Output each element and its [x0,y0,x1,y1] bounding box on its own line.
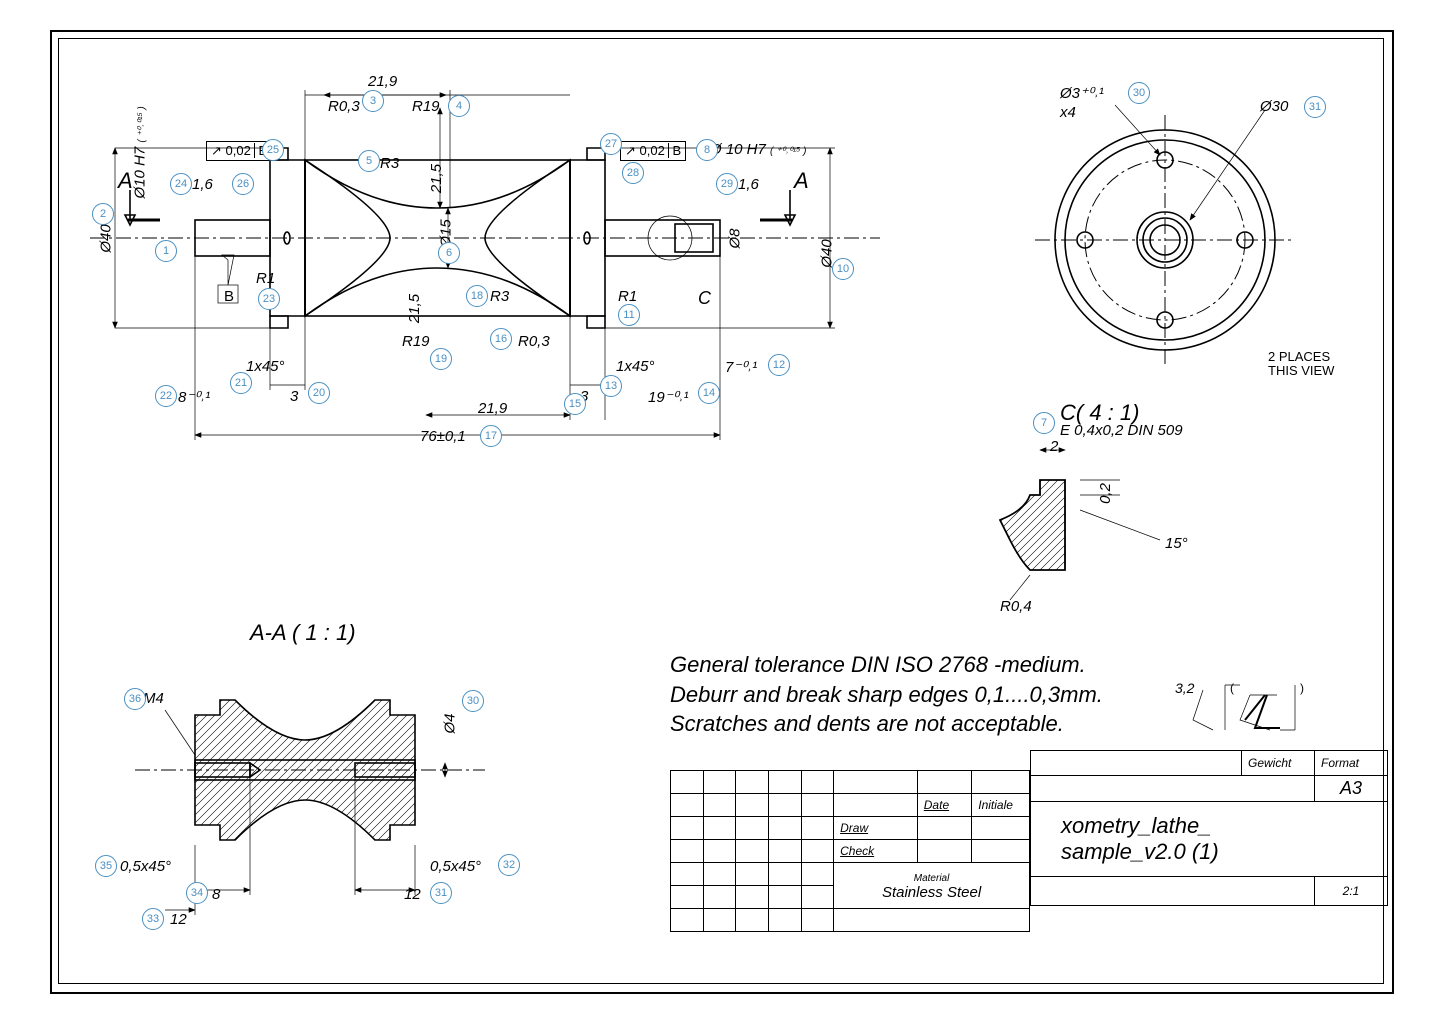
balloon-30: 30 [1128,82,1150,104]
balloon-30b: 30 [462,690,484,712]
d8-tol: 8⁻⁰˒¹ [178,388,210,406]
balloon-17: 17 [480,425,502,447]
balloon-7: 7 [1033,412,1055,434]
balloon-26: 26 [232,173,254,195]
balloon-33: 33 [142,908,164,930]
balloon-28: 28 [622,162,644,184]
detail-c-view [970,440,1190,620]
balloon-29: 29 [716,173,738,195]
chamfer-l-aa: 0,5x45° [120,858,171,875]
d19-tol: 19⁻⁰˒¹ [648,388,689,406]
chamfer-left: 1x45° [246,358,285,375]
r1-left: R1 [256,270,275,287]
detail-c-0-2: 0,2 [1097,483,1114,504]
ra-left: 1,6 [192,176,213,193]
chamfer-right: 1x45° [616,358,655,375]
r3-bot: R3 [490,288,509,305]
phi8: Ø8 [727,228,744,248]
r19-bot: R19 [402,333,430,350]
d12-l: 12 [170,911,187,928]
general-note: General tolerance DIN ISO 2768 -medium. … [670,650,1103,739]
x4: x4 [1060,104,1076,121]
d12-r: 12 [404,886,421,903]
balloon-27: 27 [600,133,622,155]
balloon-14: 14 [698,382,720,404]
dim-r19-top: R19 [412,98,440,115]
d7-tol: 7⁻⁰˒¹ [725,358,757,376]
phi10-right: Ø 10 H7 ( ⁺⁰˒⁰¹⁵ ) [710,141,806,158]
balloon-21: 21 [230,372,252,394]
balloon-34: 34 [186,882,208,904]
phi30: Ø30 [1260,98,1288,115]
balloon-1: 1 [155,240,177,262]
section-a-left: A [118,168,133,194]
balloon-22: 22 [155,385,177,407]
phi10-left: Ø10 H7 ( ⁺⁰˒⁰¹⁵ ) [132,106,149,198]
balloon-4: 4 [448,95,470,117]
dim-r3-top: R3 [380,155,399,172]
fcf-right: ↗ 0,02 B [620,141,686,161]
d8-aa: 8 [212,886,220,903]
balloon-19: 19 [430,348,452,370]
detail-c-label: C [698,288,711,309]
surface-symbol: ( ) [1185,680,1335,740]
balloon-10: 10 [832,258,854,280]
detail-c-2: 2 [1050,438,1058,455]
balloon-20: 20 [308,382,330,404]
dim-r0-3-top: R0,3 [328,98,360,115]
titleblock-right: GewichtFormat A3 xometry_lathe_sample_v2… [1030,750,1388,906]
detail-c-r04: R0,4 [1000,598,1032,615]
r0-3-bot: R0,3 [518,333,550,350]
two-places: 2 PLACES THIS VIEW [1268,350,1334,379]
balloon-31: 31 [1304,96,1326,118]
d21-9-bot: 21,9 [478,400,507,417]
dim-21-5-top: 21,5 [428,164,445,193]
dim-21-9-top: 21,9 [368,73,397,90]
balloon-13: 13 [600,375,622,397]
balloon-25: 25 [262,139,284,161]
balloon-5: 5 [358,150,380,172]
21-5-bot: 21,5 [406,294,423,323]
phi4: Ø4 [442,713,459,733]
balloon-36: 36 [124,688,146,710]
titleblock-left: DateInitiale Draw Check MaterialStainles… [670,770,1030,932]
detail-c-spec: E 0,4x0,2 DIN 509 [1060,422,1183,439]
d76: 76±0,1 [420,428,466,445]
chamfer-r-aa: 0,5x45° [430,858,481,875]
section-aa-title: A-A ( 1 : 1) [250,620,356,646]
balloon-16: 16 [490,328,512,350]
balloon-15: 15 [564,393,586,415]
section-a-right: A [794,168,809,194]
d3-left: 3 [290,388,298,405]
phi3: Ø3⁺⁰˒¹ [1060,84,1104,102]
balloon-24: 24 [170,173,192,195]
ra-right: 1,6 [738,176,759,193]
detail-c-15: 15° [1165,535,1188,552]
balloon-23: 23 [258,288,280,310]
svg-text:): ) [1300,681,1304,695]
balloon-11: 11 [618,304,640,326]
balloon-8: 8 [696,139,718,161]
balloon-12: 12 [768,354,790,376]
balloon-32: 32 [498,854,520,876]
svg-text:(: ( [1230,681,1234,695]
balloon-2: 2 [92,203,114,225]
balloon-6: 6 [438,242,460,264]
datum-b: B [224,288,234,305]
phi40-left: Ø40 [98,224,115,252]
balloon-18: 18 [466,285,488,307]
m4: M4 [143,690,164,707]
balloon-35: 35 [95,855,117,877]
r1-right: R1 [618,288,637,305]
balloon-3: 3 [362,90,384,112]
ra-global: 3,2 [1175,680,1194,696]
balloon-31b: 31 [430,882,452,904]
